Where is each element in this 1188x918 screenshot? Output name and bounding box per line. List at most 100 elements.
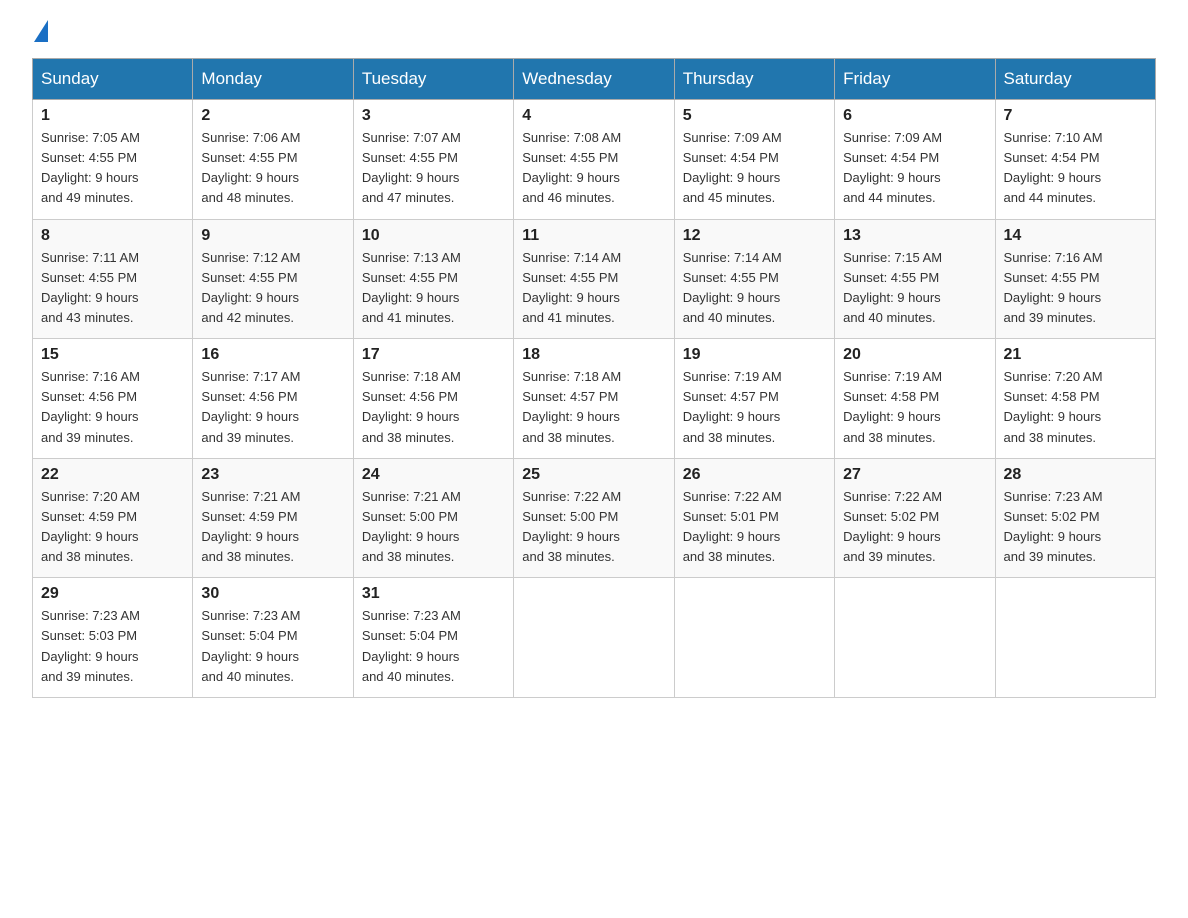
day-number: 13: [843, 227, 986, 245]
day-number: 22: [41, 466, 184, 484]
calendar-day-19: 19 Sunrise: 7:19 AM Sunset: 4:57 PM Dayl…: [674, 339, 834, 459]
calendar-day-1: 1 Sunrise: 7:05 AM Sunset: 4:55 PM Dayli…: [33, 100, 193, 220]
day-number: 19: [683, 346, 826, 364]
day-info: Sunrise: 7:20 AM Sunset: 4:58 PM Dayligh…: [1004, 367, 1147, 448]
logo-triangle-icon: [34, 20, 48, 42]
calendar-day-17: 17 Sunrise: 7:18 AM Sunset: 4:56 PM Dayl…: [353, 339, 513, 459]
calendar-day-11: 11 Sunrise: 7:14 AM Sunset: 4:55 PM Dayl…: [514, 219, 674, 339]
calendar-day-6: 6 Sunrise: 7:09 AM Sunset: 4:54 PM Dayli…: [835, 100, 995, 220]
day-number: 23: [201, 466, 344, 484]
day-number: 16: [201, 346, 344, 364]
day-number: 31: [362, 585, 505, 603]
calendar-day-26: 26 Sunrise: 7:22 AM Sunset: 5:01 PM Dayl…: [674, 458, 834, 578]
day-number: 21: [1004, 346, 1147, 364]
day-info: Sunrise: 7:21 AM Sunset: 4:59 PM Dayligh…: [201, 487, 344, 568]
empty-cell: [995, 578, 1155, 698]
day-number: 29: [41, 585, 184, 603]
day-info: Sunrise: 7:16 AM Sunset: 4:55 PM Dayligh…: [1004, 248, 1147, 329]
day-info: Sunrise: 7:11 AM Sunset: 4:55 PM Dayligh…: [41, 248, 184, 329]
calendar-day-5: 5 Sunrise: 7:09 AM Sunset: 4:54 PM Dayli…: [674, 100, 834, 220]
day-info: Sunrise: 7:16 AM Sunset: 4:56 PM Dayligh…: [41, 367, 184, 448]
calendar-week-5: 29 Sunrise: 7:23 AM Sunset: 5:03 PM Dayl…: [33, 578, 1156, 698]
day-info: Sunrise: 7:22 AM Sunset: 5:01 PM Dayligh…: [683, 487, 826, 568]
weekday-header-sunday: Sunday: [33, 59, 193, 100]
calendar-week-4: 22 Sunrise: 7:20 AM Sunset: 4:59 PM Dayl…: [33, 458, 1156, 578]
weekday-header-friday: Friday: [835, 59, 995, 100]
calendar-day-28: 28 Sunrise: 7:23 AM Sunset: 5:02 PM Dayl…: [995, 458, 1155, 578]
weekday-header-monday: Monday: [193, 59, 353, 100]
weekday-header-thursday: Thursday: [674, 59, 834, 100]
day-info: Sunrise: 7:23 AM Sunset: 5:03 PM Dayligh…: [41, 606, 184, 687]
day-info: Sunrise: 7:23 AM Sunset: 5:02 PM Dayligh…: [1004, 487, 1147, 568]
day-number: 8: [41, 227, 184, 245]
day-info: Sunrise: 7:19 AM Sunset: 4:58 PM Dayligh…: [843, 367, 986, 448]
calendar-day-3: 3 Sunrise: 7:07 AM Sunset: 4:55 PM Dayli…: [353, 100, 513, 220]
day-number: 2: [201, 107, 344, 125]
calendar-day-29: 29 Sunrise: 7:23 AM Sunset: 5:03 PM Dayl…: [33, 578, 193, 698]
day-info: Sunrise: 7:05 AM Sunset: 4:55 PM Dayligh…: [41, 128, 184, 209]
day-number: 7: [1004, 107, 1147, 125]
day-number: 12: [683, 227, 826, 245]
calendar-day-27: 27 Sunrise: 7:22 AM Sunset: 5:02 PM Dayl…: [835, 458, 995, 578]
day-info: Sunrise: 7:17 AM Sunset: 4:56 PM Dayligh…: [201, 367, 344, 448]
calendar-week-3: 15 Sunrise: 7:16 AM Sunset: 4:56 PM Dayl…: [33, 339, 1156, 459]
day-number: 18: [522, 346, 665, 364]
calendar-day-18: 18 Sunrise: 7:18 AM Sunset: 4:57 PM Dayl…: [514, 339, 674, 459]
calendar-day-8: 8 Sunrise: 7:11 AM Sunset: 4:55 PM Dayli…: [33, 219, 193, 339]
day-number: 1: [41, 107, 184, 125]
calendar-day-12: 12 Sunrise: 7:14 AM Sunset: 4:55 PM Dayl…: [674, 219, 834, 339]
day-number: 11: [522, 227, 665, 245]
calendar-day-7: 7 Sunrise: 7:10 AM Sunset: 4:54 PM Dayli…: [995, 100, 1155, 220]
calendar-table: SundayMondayTuesdayWednesdayThursdayFrid…: [32, 58, 1156, 698]
day-number: 6: [843, 107, 986, 125]
calendar-day-31: 31 Sunrise: 7:23 AM Sunset: 5:04 PM Dayl…: [353, 578, 513, 698]
day-number: 28: [1004, 466, 1147, 484]
day-number: 3: [362, 107, 505, 125]
calendar-day-24: 24 Sunrise: 7:21 AM Sunset: 5:00 PM Dayl…: [353, 458, 513, 578]
calendar-week-2: 8 Sunrise: 7:11 AM Sunset: 4:55 PM Dayli…: [33, 219, 1156, 339]
calendar-day-9: 9 Sunrise: 7:12 AM Sunset: 4:55 PM Dayli…: [193, 219, 353, 339]
weekday-header-wednesday: Wednesday: [514, 59, 674, 100]
day-number: 30: [201, 585, 344, 603]
day-info: Sunrise: 7:18 AM Sunset: 4:56 PM Dayligh…: [362, 367, 505, 448]
day-info: Sunrise: 7:08 AM Sunset: 4:55 PM Dayligh…: [522, 128, 665, 209]
calendar-day-25: 25 Sunrise: 7:22 AM Sunset: 5:00 PM Dayl…: [514, 458, 674, 578]
empty-cell: [674, 578, 834, 698]
empty-cell: [835, 578, 995, 698]
weekday-header-tuesday: Tuesday: [353, 59, 513, 100]
calendar-day-30: 30 Sunrise: 7:23 AM Sunset: 5:04 PM Dayl…: [193, 578, 353, 698]
day-info: Sunrise: 7:09 AM Sunset: 4:54 PM Dayligh…: [683, 128, 826, 209]
calendar-day-2: 2 Sunrise: 7:06 AM Sunset: 4:55 PM Dayli…: [193, 100, 353, 220]
day-number: 15: [41, 346, 184, 364]
day-info: Sunrise: 7:07 AM Sunset: 4:55 PM Dayligh…: [362, 128, 505, 209]
day-info: Sunrise: 7:23 AM Sunset: 5:04 PM Dayligh…: [201, 606, 344, 687]
calendar-day-23: 23 Sunrise: 7:21 AM Sunset: 4:59 PM Dayl…: [193, 458, 353, 578]
empty-cell: [514, 578, 674, 698]
day-info: Sunrise: 7:19 AM Sunset: 4:57 PM Dayligh…: [683, 367, 826, 448]
day-number: 24: [362, 466, 505, 484]
calendar-day-15: 15 Sunrise: 7:16 AM Sunset: 4:56 PM Dayl…: [33, 339, 193, 459]
calendar-day-10: 10 Sunrise: 7:13 AM Sunset: 4:55 PM Dayl…: [353, 219, 513, 339]
day-number: 10: [362, 227, 505, 245]
weekday-header-saturday: Saturday: [995, 59, 1155, 100]
day-info: Sunrise: 7:14 AM Sunset: 4:55 PM Dayligh…: [683, 248, 826, 329]
day-info: Sunrise: 7:23 AM Sunset: 5:04 PM Dayligh…: [362, 606, 505, 687]
day-number: 9: [201, 227, 344, 245]
logo: [32, 24, 48, 38]
day-number: 4: [522, 107, 665, 125]
day-info: Sunrise: 7:21 AM Sunset: 5:00 PM Dayligh…: [362, 487, 505, 568]
day-number: 17: [362, 346, 505, 364]
day-info: Sunrise: 7:10 AM Sunset: 4:54 PM Dayligh…: [1004, 128, 1147, 209]
day-info: Sunrise: 7:14 AM Sunset: 4:55 PM Dayligh…: [522, 248, 665, 329]
calendar-day-4: 4 Sunrise: 7:08 AM Sunset: 4:55 PM Dayli…: [514, 100, 674, 220]
calendar-week-1: 1 Sunrise: 7:05 AM Sunset: 4:55 PM Dayli…: [33, 100, 1156, 220]
day-info: Sunrise: 7:13 AM Sunset: 4:55 PM Dayligh…: [362, 248, 505, 329]
day-info: Sunrise: 7:18 AM Sunset: 4:57 PM Dayligh…: [522, 367, 665, 448]
day-number: 5: [683, 107, 826, 125]
calendar-day-21: 21 Sunrise: 7:20 AM Sunset: 4:58 PM Dayl…: [995, 339, 1155, 459]
day-info: Sunrise: 7:09 AM Sunset: 4:54 PM Dayligh…: [843, 128, 986, 209]
day-info: Sunrise: 7:12 AM Sunset: 4:55 PM Dayligh…: [201, 248, 344, 329]
logo-text: [32, 24, 48, 42]
day-number: 26: [683, 466, 826, 484]
day-info: Sunrise: 7:06 AM Sunset: 4:55 PM Dayligh…: [201, 128, 344, 209]
